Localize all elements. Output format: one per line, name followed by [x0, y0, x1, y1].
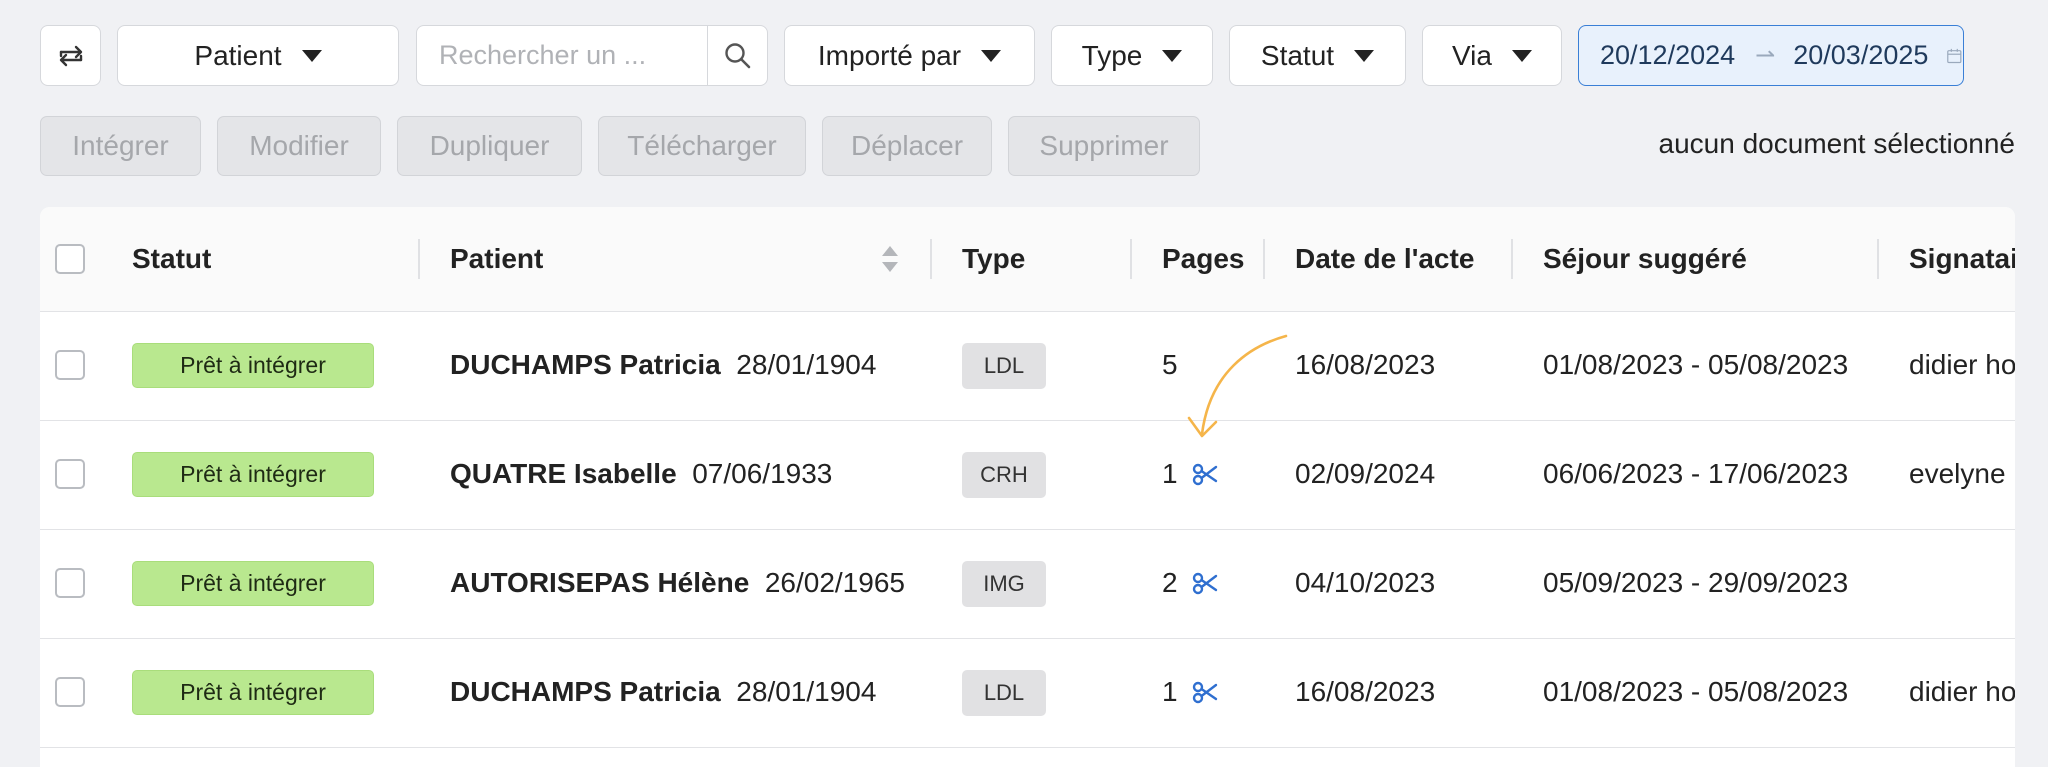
edit-button[interactable]: Modifier [217, 116, 381, 176]
caret-down-icon [1354, 49, 1375, 62]
patient-name: DUCHAMPS Patricia [450, 349, 721, 380]
column-header-act-date[interactable]: Date de l'acte [1295, 207, 1474, 311]
table-row[interactable]: Prêt à intégrer DUCHAMPS Patricia 28/01/… [40, 638, 2015, 748]
act-date: 04/10/2023 [1295, 567, 1436, 598]
table-row[interactable]: Prêt à intégrer DUCHAMPS Patricia 28/01/… [40, 311, 2015, 421]
column-divider[interactable] [1263, 239, 1265, 279]
type-filter-dropdown[interactable]: Type [1051, 25, 1213, 86]
patient-name: QUATRE Isabelle [450, 458, 677, 489]
split-scissors-icon[interactable] [1192, 570, 1218, 596]
act-date: 02/09/2024 [1295, 458, 1436, 489]
calendar-icon [1947, 48, 1962, 63]
pages-count: 1 [1162, 458, 1178, 489]
selection-status: aucun document sélectionné [1658, 128, 2015, 159]
pages-count: 5 [1162, 349, 1178, 380]
column-divider[interactable] [1130, 239, 1132, 279]
row-checkbox[interactable] [55, 568, 85, 598]
type-tag: LDL [962, 670, 1046, 716]
column-header-status[interactable]: Statut [132, 207, 211, 311]
column-header-pages[interactable]: Pages [1162, 207, 1245, 311]
select-all-checkbox[interactable] [55, 244, 85, 274]
birth-date: 28/01/1904 [736, 349, 877, 380]
caret-down-icon [1162, 49, 1183, 62]
caret-down-icon [1511, 49, 1532, 62]
search-field[interactable] [416, 25, 768, 86]
suggested-stay: 05/09/2023 - 29/09/2023 [1543, 567, 1849, 598]
download-button[interactable]: Télécharger [598, 116, 806, 176]
birth-date: 07/06/1933 [692, 458, 833, 489]
patient-name: DUCHAMPS Patricia [450, 676, 721, 707]
patient-cell[interactable]: AUTORISEPAS Hélène 26/02/1965 [450, 529, 905, 637]
row-checkbox[interactable] [55, 459, 85, 489]
date-range-picker[interactable]: 20/12/2024 ⇀ 20/03/2025 [1578, 25, 1964, 86]
imported-by-filter-label: Importé par [817, 39, 962, 71]
refresh-icon [59, 45, 82, 66]
status-badge: Prêt à intégrer [132, 452, 374, 497]
patient-name: AUTORISEPAS Hélène [450, 567, 750, 598]
refresh-button[interactable] [40, 25, 101, 86]
caret-down-icon [301, 49, 322, 62]
imported-by-filter-dropdown[interactable]: Importé par [784, 25, 1035, 86]
signatory: evelyne p [1909, 458, 2015, 489]
status-badge: Prêt à intégrer [132, 343, 374, 388]
column-divider[interactable] [1511, 239, 1513, 279]
pages-count: 2 [1162, 567, 1178, 598]
patient-cell[interactable]: DUCHAMPS Patricia 28/01/1904 [450, 638, 876, 746]
suggested-stay: 06/06/2023 - 17/06/2023 [1543, 458, 1849, 489]
suggested-stay: 01/08/2023 - 05/08/2023 [1543, 676, 1849, 707]
row-checkbox[interactable] [55, 350, 85, 380]
patient-cell[interactable]: DUCHAMPS Patricia 28/01/1904 [450, 311, 876, 419]
type-tag: LDL [962, 343, 1046, 389]
column-divider[interactable] [418, 239, 420, 279]
patient-filter-label: Patient [194, 39, 282, 71]
column-divider[interactable] [930, 239, 932, 279]
type-tag: IMG [962, 561, 1046, 607]
column-divider[interactable] [1877, 239, 1879, 279]
table-row[interactable]: Prêt à intégrer AUTORISEPAS Hélène 26/02… [40, 529, 2015, 639]
search-icon [724, 42, 750, 68]
patient-filter-dropdown[interactable]: Patient [117, 25, 399, 86]
suggested-stay: 01/08/2023 - 05/08/2023 [1543, 349, 1849, 380]
birth-date: 26/02/1965 [764, 567, 905, 598]
move-button[interactable]: Déplacer [822, 116, 992, 176]
split-scissors-icon[interactable] [1192, 461, 1218, 487]
split-scissors-icon[interactable] [1192, 679, 1218, 705]
arrow-right-icon: ⇀ [1755, 42, 1776, 69]
status-badge: Prêt à intégrer [132, 670, 374, 715]
signatory: didier ho [1909, 349, 2015, 380]
column-header-suggested-stay[interactable]: Séjour suggéré [1543, 207, 1747, 311]
status-filter-label: Statut [1260, 39, 1335, 71]
patient-cell[interactable]: QUATRE Isabelle 07/06/1933 [450, 420, 832, 528]
column-header-type[interactable]: Type [962, 207, 1025, 311]
type-tag: CRH [962, 452, 1046, 498]
duplicate-button[interactable]: Dupliquer [397, 116, 582, 176]
via-filter-label: Via [1452, 39, 1492, 71]
date-from[interactable]: 20/12/2024 [1600, 40, 1735, 71]
column-header-signatory[interactable]: Signatai [1909, 207, 2015, 311]
column-header-patient[interactable]: Patient [450, 207, 543, 311]
status-filter-dropdown[interactable]: Statut [1229, 25, 1406, 86]
search-input[interactable] [417, 26, 707, 85]
table-header: Statut Patient Type Pages Date de l'acte… [40, 207, 2015, 312]
integrate-button[interactable]: Intégrer [40, 116, 201, 176]
type-filter-label: Type [1081, 39, 1143, 71]
documents-table: Statut Patient Type Pages Date de l'acte… [40, 207, 2015, 767]
caret-down-icon [981, 49, 1002, 62]
delete-button[interactable]: Supprimer [1008, 116, 1200, 176]
via-filter-dropdown[interactable]: Via [1422, 25, 1562, 86]
birth-date: 28/01/1904 [736, 676, 877, 707]
status-badge: Prêt à intégrer [132, 561, 374, 606]
sort-icon[interactable] [880, 244, 900, 274]
search-button[interactable] [707, 26, 767, 85]
date-to[interactable]: 20/03/2025 [1793, 40, 1928, 71]
signatory: didier ho [1909, 676, 2015, 707]
row-checkbox[interactable] [55, 677, 85, 707]
act-date: 16/08/2023 [1295, 676, 1436, 707]
act-date: 16/08/2023 [1295, 349, 1436, 380]
table-row[interactable]: Prêt à intégrer QUATRE Isabelle 07/06/19… [40, 420, 2015, 530]
pages-count: 1 [1162, 676, 1178, 707]
